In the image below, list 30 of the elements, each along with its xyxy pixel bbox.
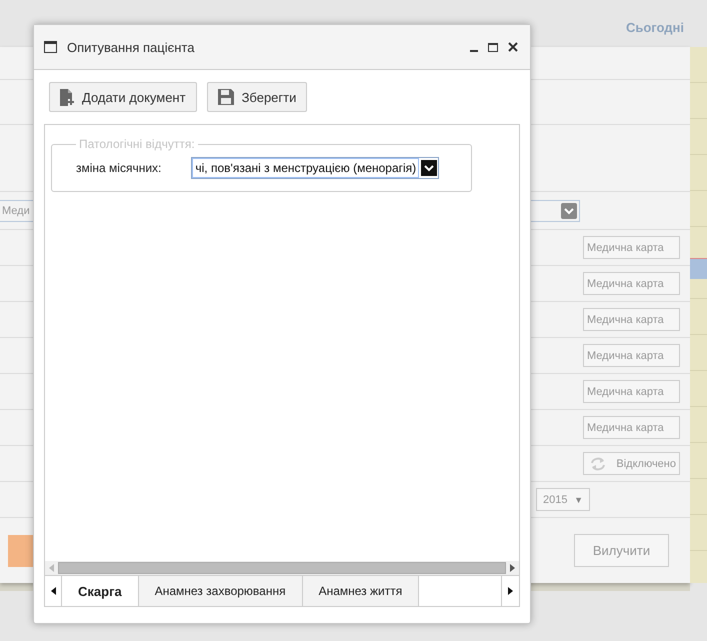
scroll-left-icon bbox=[49, 564, 54, 572]
close-icon[interactable] bbox=[508, 42, 518, 52]
horizontal-scrollbar[interactable] bbox=[45, 561, 519, 575]
tab[interactable]: Анамнез життя bbox=[302, 576, 420, 606]
field-label: зміна місячних: bbox=[76, 161, 162, 175]
select-field[interactable]: чі, пов'язані з менструацією (менорагія) bbox=[191, 157, 440, 179]
save-icon bbox=[218, 89, 234, 105]
dropdown-icon bbox=[561, 202, 577, 218]
medical-card-button[interactable]: Медична карта bbox=[583, 236, 680, 259]
today-link[interactable]: Сьогодні bbox=[626, 20, 684, 35]
add-document-button[interactable]: Додати документ bbox=[49, 82, 197, 112]
medical-card-button[interactable]: Медична карта bbox=[583, 416, 680, 439]
dropdown-icon bbox=[421, 160, 438, 176]
year-select[interactable]: 2015 ▼ bbox=[536, 488, 590, 511]
save-button[interactable]: Зберегти bbox=[206, 82, 308, 112]
medical-card-button[interactable]: Медична карта bbox=[583, 344, 680, 367]
delete-button[interactable]: Вилучити bbox=[574, 534, 669, 567]
add-document-icon bbox=[60, 88, 74, 106]
right-arrow-icon bbox=[508, 587, 513, 595]
fieldset-legend: Патологічні відчуття: bbox=[76, 137, 198, 151]
tab[interactable]: Анамнез захворювання bbox=[138, 576, 303, 606]
maximize-icon[interactable] bbox=[488, 42, 498, 52]
medical-card-button[interactable]: Медична карта bbox=[583, 308, 680, 331]
refresh-icon bbox=[590, 456, 606, 470]
medical-card-button[interactable]: Медична карта bbox=[583, 380, 680, 403]
medical-card-button[interactable]: Медична карта bbox=[583, 272, 680, 295]
window-icon bbox=[44, 41, 57, 53]
left-arrow-icon bbox=[50, 587, 56, 595]
scroll-right-icon bbox=[510, 564, 515, 572]
window-title: Опитування пацієнта bbox=[67, 40, 196, 54]
